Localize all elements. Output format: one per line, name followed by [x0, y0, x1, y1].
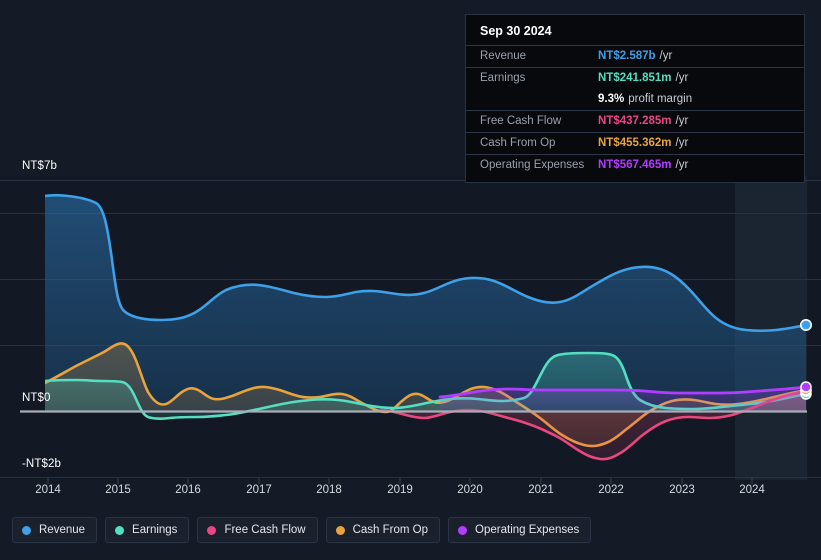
earnings-color-dot-icon	[115, 525, 125, 535]
tooltip-suffix-profit-margin: profit margin	[628, 93, 693, 105]
legend-label-cash-from-op: Cash From Op	[352, 524, 429, 536]
tooltip-row-revenue: Revenue NT$2.587b /yr	[466, 45, 804, 67]
tooltip-label-free-cash-flow: Free Cash Flow	[480, 115, 562, 127]
tooltip-suffix-free-cash-flow: /yr	[675, 115, 689, 127]
tooltip-value-free-cash-flow: NT$437.285m	[598, 115, 672, 127]
legend-label-free-cash-flow: Free Cash Flow	[224, 524, 306, 536]
chart-legend: Revenue Earnings Free Cash Flow Cash Fro…	[12, 517, 592, 543]
y-axis-label-zero: NT$0	[22, 392, 51, 404]
x-axis-label-2016: 2016	[175, 484, 201, 496]
x-axis-label-2017: 2017	[246, 484, 272, 496]
tooltip-row-profit-margin: 9.3% profit margin	[466, 89, 804, 110]
tooltip-label-cash-from-op: Cash From Op	[480, 137, 556, 149]
legend-item-cash-from-op[interactable]: Cash From Op	[325, 517, 441, 543]
tooltip-row-free-cash-flow: Free Cash Flow NT$437.285m /yr	[466, 110, 804, 132]
tooltip-value-operating-expenses: NT$567.465m	[598, 159, 672, 171]
legend-label-revenue: Revenue	[39, 524, 86, 536]
operating-expenses-color-dot-icon	[458, 525, 468, 535]
tooltip-suffix-operating-expenses: /yr	[675, 159, 689, 171]
x-axis-label-2024: 2024	[739, 484, 765, 496]
legend-item-operating-expenses[interactable]: Operating Expenses	[448, 517, 592, 543]
tooltip-label-earnings: Earnings	[480, 72, 526, 84]
tooltip-row-earnings: Earnings NT$241.851m /yr	[466, 67, 804, 89]
legend-label-operating-expenses: Operating Expenses	[475, 524, 580, 536]
x-axis-label-2018: 2018	[316, 484, 342, 496]
x-axis-label-2022: 2022	[598, 484, 624, 496]
tooltip-row-cash-from-op: Cash From Op NT$455.362m /yr	[466, 132, 804, 154]
financial-performance-chart: NT$7b NT$0 -NT$2b 2014 2015 2016 2017 20…	[0, 0, 821, 560]
tooltip-value-revenue: NT$2.587b	[598, 50, 656, 62]
tooltip-panel: Sep 30 2024 Revenue NT$2.587b /yr Earnin…	[465, 14, 805, 183]
revenue-color-dot-icon	[22, 525, 31, 535]
operating-expenses-endpoint-marker	[800, 381, 812, 393]
x-axis-label-2019: 2019	[387, 484, 413, 496]
tooltip-date: Sep 30 2024	[480, 24, 552, 38]
tooltip-value-earnings: NT$241.851m	[598, 72, 672, 84]
legend-item-free-cash-flow[interactable]: Free Cash Flow	[197, 517, 318, 543]
tooltip-row-operating-expenses: Operating Expenses NT$567.465m /yr	[466, 154, 804, 176]
tooltip-value-profit-margin: 9.3%	[598, 93, 625, 105]
revenue-endpoint-marker	[799, 318, 812, 331]
x-axis-label-2015: 2015	[105, 484, 131, 496]
tooltip-suffix-cash-from-op: /yr	[675, 137, 689, 149]
legend-item-revenue[interactable]: Revenue	[12, 517, 98, 543]
cash-from-op-color-dot-icon	[335, 525, 345, 535]
y-axis-label-bottom: -NT$2b	[22, 458, 61, 470]
x-axis-label-2014: 2014	[35, 484, 61, 496]
x-axis-label-2023: 2023	[669, 484, 695, 496]
legend-item-earnings[interactable]: Earnings	[105, 517, 190, 543]
y-axis-label-top: NT$7b	[22, 160, 58, 172]
tooltip-label-operating-expenses: Operating Expenses	[480, 159, 585, 171]
tooltip-suffix-earnings: /yr	[675, 72, 689, 84]
x-axis-label-2021: 2021	[528, 484, 554, 496]
free-cash-flow-color-dot-icon	[207, 525, 217, 535]
tooltip-value-cash-from-op: NT$455.362m	[598, 137, 672, 149]
tooltip-suffix-revenue: /yr	[659, 50, 673, 62]
legend-label-earnings: Earnings	[132, 524, 178, 536]
x-axis-label-2020: 2020	[457, 484, 483, 496]
tooltip-label-revenue: Revenue	[480, 50, 527, 62]
